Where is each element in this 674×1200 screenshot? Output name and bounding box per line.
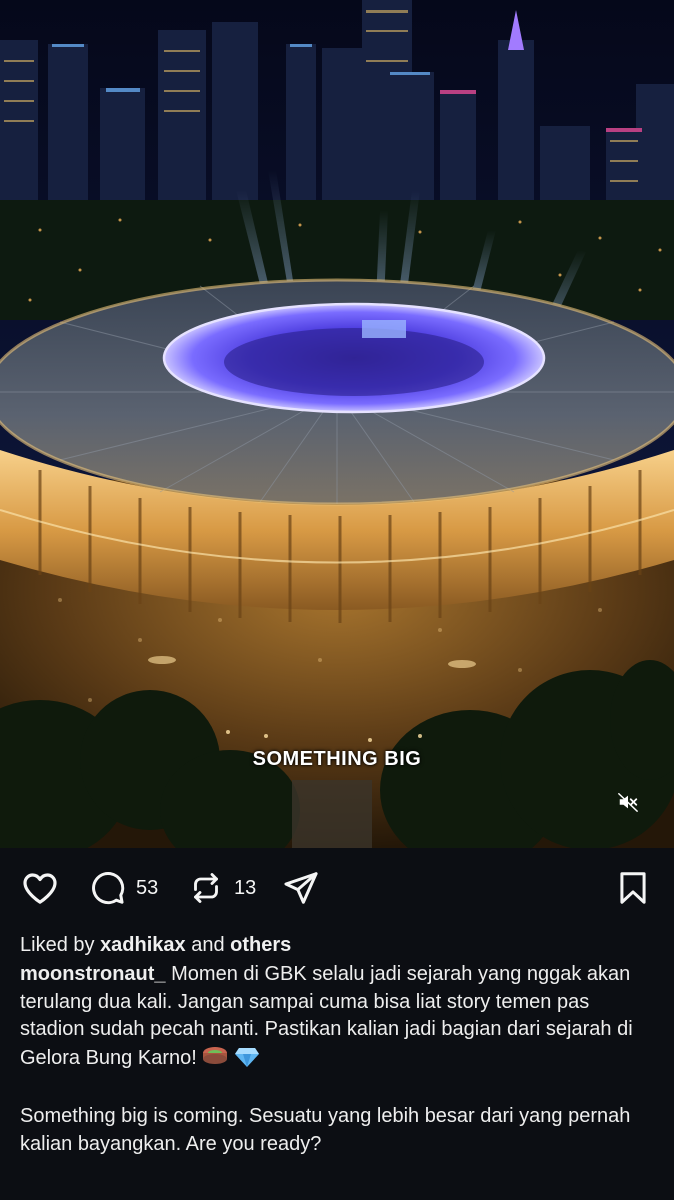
liked-by-line: Liked by xadhikax and others (20, 930, 654, 960)
comment-button[interactable]: 53 (88, 862, 158, 914)
speaker-muted-icon (618, 793, 638, 812)
repost-button[interactable]: 13 (188, 862, 256, 914)
liked-by-prefix: Liked by (20, 934, 101, 956)
share-button[interactable] (282, 862, 320, 914)
repost-icon (194, 873, 218, 903)
post-video[interactable]: SOMETHING BIG (0, 0, 674, 848)
gem-emoji (234, 1044, 260, 1077)
post-action-bar: 53 13 (0, 862, 674, 914)
liked-by-others-link[interactable]: others (230, 934, 291, 956)
heart-icon (23, 873, 57, 904)
like-button[interactable] (20, 862, 60, 914)
caption-paragraph-2: Something big is coming. Sesuatu yang le… (20, 1105, 631, 1155)
stadium-emoji-icon (203, 1046, 228, 1064)
mute-toggle-button[interactable] (612, 786, 644, 818)
post-caption: moonstronaut_ Momen di GBK selalu jadi s… (20, 961, 654, 1158)
liked-by-middle: and (185, 934, 231, 956)
comment-count: 53 (136, 876, 159, 899)
send-icon (284, 872, 318, 904)
caption-username[interactable]: moonstronaut_ (20, 963, 166, 985)
stadium-night-scene (0, 0, 674, 848)
repost-count: 13 (234, 876, 257, 899)
liked-by-user-link[interactable]: xadhikax (100, 934, 186, 956)
video-overlay-caption: SOMETHING BIG (252, 748, 422, 770)
bookmark-icon (620, 872, 646, 904)
post-details: Liked by xadhikax and others moonstronau… (20, 930, 654, 1158)
save-button[interactable] (614, 862, 652, 914)
stadium-emoji (202, 1044, 228, 1077)
gem-emoji-icon (234, 1047, 259, 1067)
comment-bubble-icon (92, 872, 125, 905)
